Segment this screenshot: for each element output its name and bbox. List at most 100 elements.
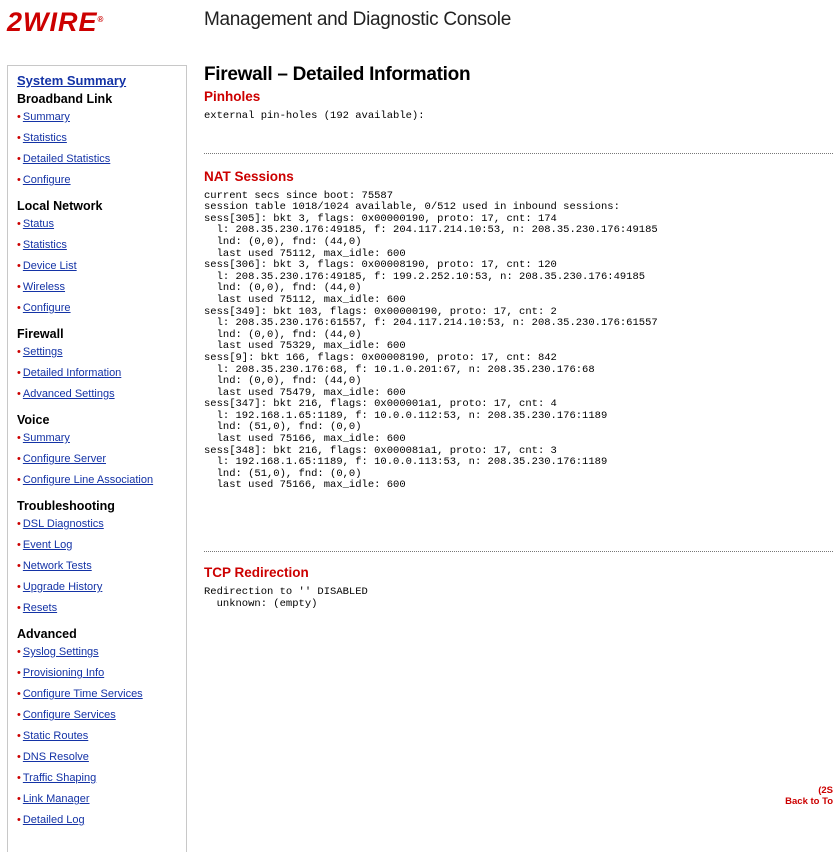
nav-section-title: Local Network	[17, 199, 103, 213]
bullet-icon: •	[17, 667, 21, 679]
pinholes-text: external pin-holes (192 available):	[204, 110, 425, 122]
bullet-icon: •	[17, 388, 21, 400]
nav-link[interactable]: Detailed Log	[23, 814, 85, 826]
nat-sessions-text: current secs since boot: 75587 session t…	[204, 189, 658, 492]
bullet-icon: •	[17, 239, 21, 251]
back-to-top-link[interactable]: Back to To	[785, 796, 833, 807]
nav-item: • Syslog Settings	[17, 642, 186, 663]
nav-link[interactable]: Event Log	[23, 539, 73, 551]
bullet-icon: •	[17, 453, 21, 465]
nav-link[interactable]: Resets	[23, 602, 57, 614]
nav-link[interactable]: Status	[23, 218, 54, 230]
nav-item: • Detailed Statistics	[17, 149, 186, 170]
nav-link[interactable]: Statistics	[23, 239, 67, 251]
main-content: Firewall – Detailed Information Pinholes…	[204, 62, 833, 610]
page-title: Firewall – Detailed Information	[204, 64, 471, 85]
nav-item: • Configure	[17, 170, 186, 191]
bullet-icon: •	[17, 646, 21, 658]
nav-link[interactable]: Syslog Settings	[23, 646, 99, 658]
bullet-icon: •	[17, 581, 21, 593]
nav-item: • Configure Time Services	[17, 684, 186, 705]
nav-item: • Configure Server	[17, 449, 186, 470]
bullet-icon: •	[17, 474, 21, 486]
nav-link[interactable]: Configure Services	[23, 709, 116, 721]
nav-link[interactable]: Configure	[23, 302, 71, 314]
nav-item: • Event Log	[17, 535, 186, 556]
nav-link[interactable]: Configure Line Association	[23, 474, 153, 486]
bullet-icon: •	[17, 281, 21, 293]
nav-item: • Upgrade History	[17, 577, 186, 598]
nav-section-title: Broadband Link	[17, 92, 113, 106]
nav-section-title: Firewall	[17, 327, 64, 341]
nav-link[interactable]: Summary	[23, 111, 70, 123]
nav-item: • Traffic Shaping	[17, 768, 186, 789]
nav-link[interactable]: Advanced Settings	[23, 388, 115, 400]
nav-link[interactable]: Configure Time Services	[23, 688, 143, 700]
nav-section-title: Voice	[17, 413, 50, 427]
nav-link[interactable]: Link Manager	[23, 793, 90, 805]
nav-link[interactable]: DSL Diagnostics	[23, 518, 104, 530]
console-title: Management and Diagnostic Console	[204, 9, 511, 30]
nav-link[interactable]: Provisioning Info	[23, 667, 104, 679]
nav-list: • Summary • Statistics • Detailed Statistics •…	[17, 107, 186, 191]
nav-link[interactable]: Configure Server	[23, 453, 106, 465]
nav-link[interactable]: Detailed Information	[23, 367, 121, 379]
nav-link[interactable]: Statistics	[23, 132, 67, 144]
nav-item: • Configure	[17, 298, 186, 319]
nav-link[interactable]: Detailed Statistics	[23, 153, 110, 165]
nav-link[interactable]: DNS Resolve	[23, 751, 89, 763]
nav-item: • Statistics	[17, 128, 186, 149]
bullet-icon: •	[17, 539, 21, 551]
bullet-icon: •	[17, 814, 21, 826]
bullet-icon: •	[17, 367, 21, 379]
nav-list: • DSL Diagnostics • Event Log • Network Tests…	[17, 514, 186, 619]
nav-item: • Advanced Settings	[17, 384, 186, 405]
nav-item: • Settings	[17, 342, 186, 363]
sidebar-nav: System Summary Broadband Link • Summary • St…	[7, 65, 187, 852]
nav-link[interactable]: Network Tests	[23, 560, 92, 572]
bullet-icon: •	[17, 302, 21, 314]
system-summary-link[interactable]: System Summary	[17, 73, 186, 88]
nav-item: • Network Tests	[17, 556, 186, 577]
footer-right: (2S Back to To	[785, 785, 833, 807]
nav-sections: Broadband Link • Summary • Statistics • Detail…	[17, 92, 186, 831]
copyright-text: (2S	[818, 785, 833, 796]
nav-link[interactable]: Upgrade History	[23, 581, 102, 593]
nav-item: • Configure Line Association	[17, 470, 186, 491]
nav-item: • Detailed Information	[17, 363, 186, 384]
nav-section-title: Advanced	[17, 627, 77, 641]
bullet-icon: •	[17, 432, 21, 444]
bullet-icon: •	[17, 730, 21, 742]
nav-link[interactable]: Device List	[23, 260, 77, 272]
nav-list: • Status • Statistics • Device List • Wireless •…	[17, 214, 186, 319]
nav-link[interactable]: Traffic Shaping	[23, 772, 96, 784]
nav-item: • Configure Services	[17, 705, 186, 726]
nav-link[interactable]: Settings	[23, 346, 63, 358]
nav-link[interactable]: Configure	[23, 174, 71, 186]
section-divider	[204, 551, 833, 553]
bullet-icon: •	[17, 153, 21, 165]
nav-item: • Detailed Log	[17, 810, 186, 831]
bullet-icon: •	[17, 518, 21, 530]
nat-sessions-heading: NAT Sessions	[204, 168, 294, 184]
brand-logo: 2WIRE®	[7, 7, 105, 37]
nav-item: • Static Routes	[17, 726, 186, 747]
nav-link[interactable]: Static Routes	[23, 730, 88, 742]
bullet-icon: •	[17, 174, 21, 186]
nav-item: • Summary	[17, 107, 186, 128]
nav-list: • Summary • Configure Server • Configure Line…	[17, 428, 186, 491]
bullet-icon: •	[17, 260, 21, 272]
nav-link[interactable]: Wireless	[23, 281, 65, 293]
tcp-redirection-text: Redirection to '' DISABLED unknown: (emp…	[204, 586, 368, 610]
nav-item: • DSL Diagnostics	[17, 514, 186, 535]
nav-link[interactable]: Summary	[23, 432, 70, 444]
bullet-icon: •	[17, 111, 21, 123]
nav-item: • Status	[17, 214, 186, 235]
nav-list: • Syslog Settings • Provisioning Info • Confi…	[17, 642, 186, 831]
bullet-icon: •	[17, 602, 21, 614]
bullet-icon: •	[17, 218, 21, 230]
nav-item: • Wireless	[17, 277, 186, 298]
bullet-icon: •	[17, 132, 21, 144]
bullet-icon: •	[17, 688, 21, 700]
nav-list: • Settings • Detailed Information • Advanced …	[17, 342, 186, 405]
